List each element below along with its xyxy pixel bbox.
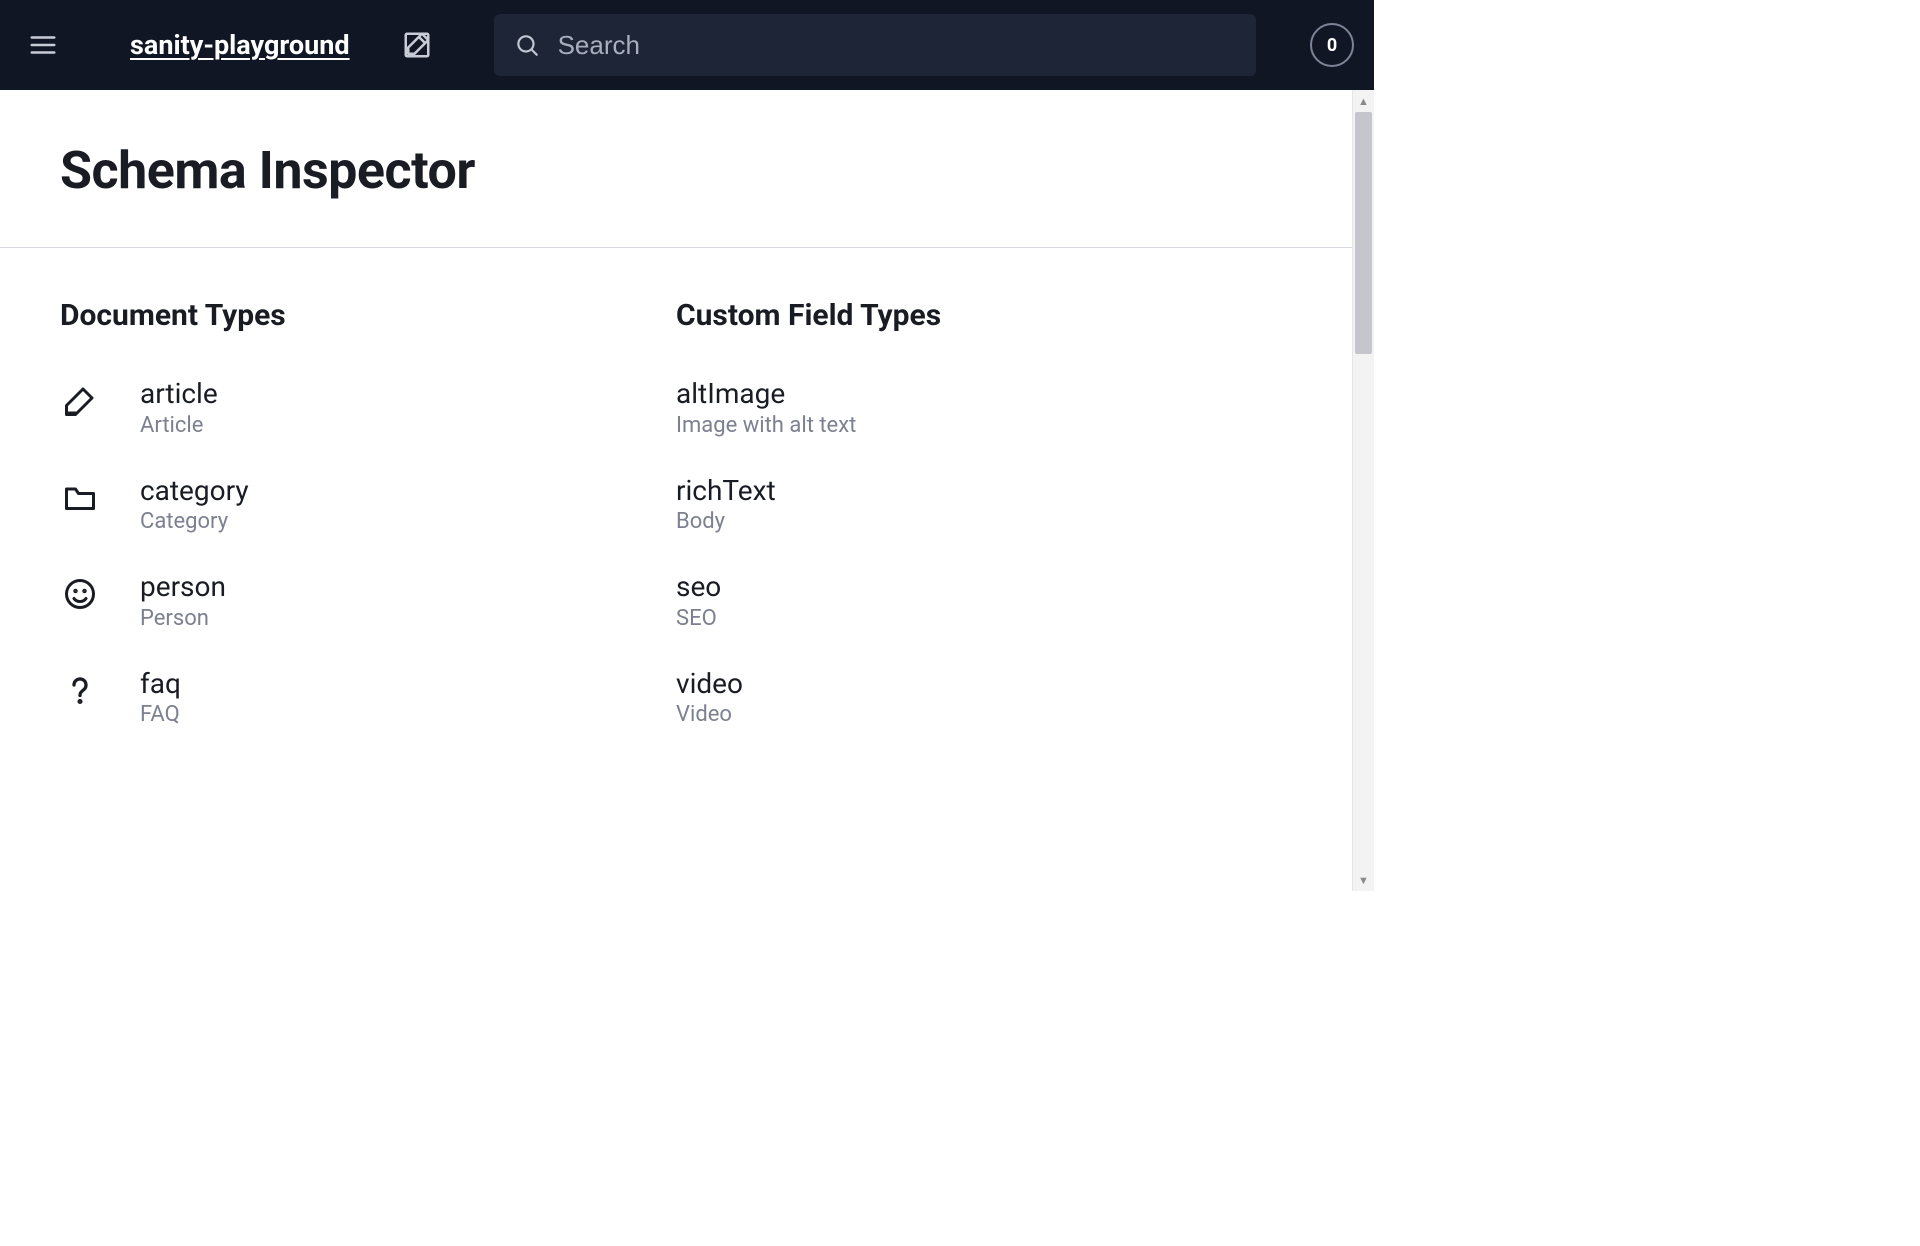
main-scroll-area: Schema Inspector Document Types articleA… <box>0 90 1374 891</box>
notifications-badge[interactable]: 0 <box>1310 23 1354 67</box>
document-type-item[interactable]: faqFAQ <box>60 667 676 728</box>
search-icon <box>514 32 540 58</box>
scrollbar[interactable]: ▲ ▼ <box>1352 90 1374 891</box>
type-text: richTextBody <box>676 474 776 535</box>
field-type-item[interactable]: richTextBody <box>676 474 1292 535</box>
type-name: video <box>676 667 743 701</box>
smile-icon <box>60 574 100 614</box>
type-title: FAQ <box>140 702 181 727</box>
type-name: article <box>140 377 218 411</box>
type-text: personPerson <box>140 570 226 631</box>
field-types-heading: Custom Field Types <box>676 298 1292 333</box>
compose-button[interactable] <box>394 22 440 68</box>
type-title: Image with alt text <box>676 413 856 438</box>
top-bar: sanity-playground 0 <box>0 0 1374 90</box>
compose-icon <box>402 30 432 60</box>
document-type-item[interactable]: personPerson <box>60 570 676 631</box>
folder-icon <box>60 478 100 518</box>
type-name: altImage <box>676 377 856 411</box>
type-title: Article <box>140 413 218 438</box>
document-types-heading: Document Types <box>60 298 676 333</box>
page-title: Schema Inspector <box>60 140 1292 201</box>
type-text: videoVideo <box>676 667 743 728</box>
search-field[interactable] <box>494 14 1256 76</box>
field-type-item[interactable]: seoSEO <box>676 570 1292 631</box>
type-title: Person <box>140 606 226 631</box>
type-text: articleArticle <box>140 377 218 438</box>
document-types-column: Document Types articleArticle categoryCa… <box>60 298 676 727</box>
field-types-column: Custom Field Types altImageImage with al… <box>676 298 1292 727</box>
type-name: richText <box>676 474 776 508</box>
type-name: category <box>140 474 249 508</box>
type-text: categoryCategory <box>140 474 249 535</box>
type-text: faqFAQ <box>140 667 181 728</box>
content: Schema Inspector Document Types articleA… <box>0 90 1352 891</box>
scrollbar-thumb[interactable] <box>1355 112 1372 354</box>
scroll-down-arrow-icon[interactable]: ▼ <box>1353 869 1374 891</box>
type-name: person <box>140 570 226 604</box>
type-title: SEO <box>676 606 721 631</box>
scroll-up-arrow-icon[interactable]: ▲ <box>1353 90 1374 112</box>
divider <box>0 247 1352 248</box>
type-title: Body <box>676 509 776 534</box>
type-name: seo <box>676 570 721 604</box>
type-text: seoSEO <box>676 570 721 631</box>
scrollbar-track[interactable] <box>1353 112 1374 869</box>
type-text: altImageImage with alt text <box>676 377 856 438</box>
type-title: Video <box>676 702 743 727</box>
workspace-link[interactable]: sanity-playground <box>130 29 350 61</box>
field-type-list: altImageImage with alt text richTextBody s… <box>676 377 1292 727</box>
search-input[interactable] <box>558 30 1236 61</box>
compose-icon <box>60 381 100 421</box>
menu-button[interactable] <box>20 22 66 68</box>
hamburger-icon <box>28 30 58 60</box>
field-type-item[interactable]: videoVideo <box>676 667 1292 728</box>
question-icon <box>60 671 100 711</box>
document-type-item[interactable]: articleArticle <box>60 377 676 438</box>
document-type-list: articleArticle categoryCategory personPe… <box>60 377 676 727</box>
document-type-item[interactable]: categoryCategory <box>60 474 676 535</box>
type-name: faq <box>140 667 181 701</box>
field-type-item[interactable]: altImageImage with alt text <box>676 377 1292 438</box>
type-title: Category <box>140 509 249 534</box>
